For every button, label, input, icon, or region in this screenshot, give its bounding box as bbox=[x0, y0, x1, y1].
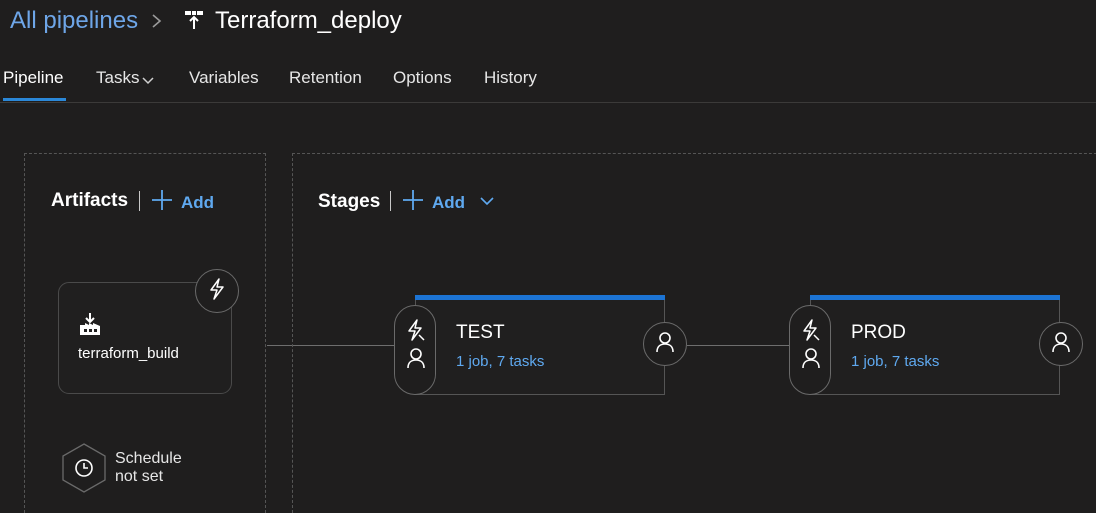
stages-title: Stages bbox=[318, 191, 381, 212]
stage-card-prod[interactable] bbox=[810, 295, 1060, 395]
lightning-icon bbox=[405, 319, 425, 346]
add-artifact-button[interactable]: Add bbox=[151, 189, 214, 216]
page-title: Terraform_deploy bbox=[215, 7, 402, 34]
tabs-divider bbox=[0, 102, 1096, 103]
stage-name: TEST bbox=[456, 322, 505, 343]
breadcrumb-all-pipelines[interactable]: All pipelines bbox=[10, 6, 138, 36]
plus-icon bbox=[402, 189, 424, 216]
stage-job-summary[interactable]: 1 job, 7 tasks bbox=[456, 352, 544, 372]
tab-retention[interactable]: Retention bbox=[289, 66, 362, 90]
schedule-button[interactable] bbox=[61, 443, 107, 498]
lightning-icon bbox=[207, 277, 227, 305]
build-artifact-icon bbox=[78, 312, 102, 341]
add-stage-button[interactable]: Add bbox=[402, 189, 495, 216]
add-stage-label: Add bbox=[432, 192, 466, 212]
tab-variables[interactable]: Variables bbox=[189, 66, 259, 90]
stage-post-approval-button[interactable] bbox=[643, 322, 687, 366]
schedule-status[interactable]: Schedule not set bbox=[115, 450, 182, 486]
active-tab-indicator bbox=[3, 98, 66, 101]
stage-status-bar bbox=[810, 295, 1060, 300]
artifacts-title: Artifacts bbox=[51, 190, 129, 211]
connector-line bbox=[687, 345, 790, 346]
chevron-right-icon bbox=[150, 10, 164, 37]
artifact-trigger-button[interactable] bbox=[195, 269, 239, 313]
stage-job-summary[interactable]: 1 job, 7 tasks bbox=[851, 352, 939, 372]
tab-tasks[interactable]: Tasks bbox=[96, 66, 139, 90]
schedule-value: not set bbox=[115, 468, 164, 485]
user-icon bbox=[406, 347, 426, 374]
user-icon bbox=[801, 347, 821, 374]
lightning-icon bbox=[800, 319, 820, 346]
plus-icon bbox=[151, 189, 173, 216]
add-artifact-label: Add bbox=[181, 192, 215, 212]
schedule-label: Schedule bbox=[115, 450, 182, 467]
tab-options[interactable]: Options bbox=[393, 66, 452, 90]
user-icon bbox=[1051, 331, 1071, 358]
divider bbox=[390, 191, 391, 211]
tab-history[interactable]: History bbox=[484, 66, 537, 90]
tab-pipeline[interactable]: Pipeline bbox=[3, 66, 64, 90]
chevron-down-icon[interactable] bbox=[141, 73, 155, 91]
divider bbox=[139, 191, 140, 211]
user-icon bbox=[655, 331, 675, 358]
chevron-down-icon bbox=[479, 194, 495, 212]
stage-card-test[interactable] bbox=[415, 295, 665, 395]
release-pipeline-icon bbox=[183, 9, 205, 36]
stage-status-bar bbox=[415, 295, 665, 300]
stage-name: PROD bbox=[851, 322, 906, 343]
stage-post-approval-button[interactable] bbox=[1039, 322, 1083, 366]
artifact-name: terraform_build bbox=[78, 345, 179, 362]
